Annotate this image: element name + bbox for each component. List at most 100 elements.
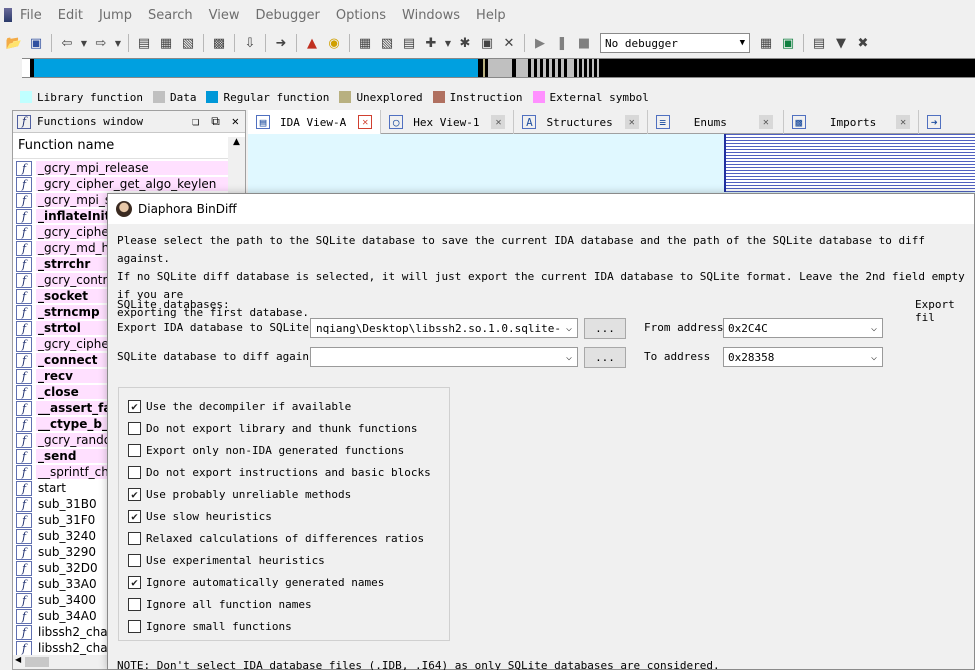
option-checkbox-row[interactable]: Ignore small functions xyxy=(128,618,292,634)
tools-icon[interactable]: ✖ xyxy=(853,33,873,53)
diff-browse-button[interactable]: ... xyxy=(584,347,626,368)
add-dropdown-icon[interactable]: ▼ xyxy=(443,33,453,53)
option-checkbox-row[interactable]: ✔ Use the decompiler if available xyxy=(128,398,351,414)
save-icon[interactable]: ▣ xyxy=(26,33,46,53)
function-row[interactable]: f _gcry_cipher_get_algo_keylen xyxy=(13,176,229,192)
export-db-input[interactable]: -s\sunqiang\Desktop\libssh2.so.1.0.sqlit… xyxy=(310,318,578,338)
xref-icon[interactable]: ➜ xyxy=(271,33,291,53)
tab-imports[interactable]: ▩ Imports ✕ xyxy=(784,110,920,134)
checkbox-checked-icon[interactable]: ✔ xyxy=(128,509,141,523)
menu-windows[interactable]: Windows xyxy=(402,8,460,23)
scroll-thumb[interactable] xyxy=(25,657,49,667)
list-icon[interactable]: ▤ xyxy=(809,33,829,53)
close-tab-icon[interactable]: ✕ xyxy=(491,115,506,129)
option-checkbox-row[interactable]: ✔ Use probably unreliable methods xyxy=(128,486,351,502)
checkbox-checked-icon[interactable]: ✔ xyxy=(128,575,141,589)
option-checkbox-row[interactable]: ✔ Use slow heuristics xyxy=(128,508,272,524)
float-icon[interactable]: ⧉ xyxy=(211,114,220,129)
patch-icon[interactable]: ▣ xyxy=(477,33,497,53)
tab-exports[interactable]: ➜ xyxy=(919,110,959,134)
restore-icon[interactable]: ❏ xyxy=(192,114,199,129)
close-icon[interactable]: ✕ xyxy=(232,114,239,129)
search-next-icon[interactable]: ▩ xyxy=(209,33,229,53)
undefine-icon[interactable]: ✕ xyxy=(499,33,519,53)
function-name-column-header[interactable]: Function name xyxy=(13,133,245,159)
chevron-down-icon[interactable]: ⌵ xyxy=(561,348,577,366)
menu-search[interactable]: Search xyxy=(148,8,193,23)
chevron-down-icon[interactable]: ⌵ xyxy=(866,319,882,337)
checkbox-unchecked-icon[interactable] xyxy=(128,421,141,435)
bulb-icon[interactable]: ◉ xyxy=(324,33,344,53)
function-name: sub_3400 xyxy=(38,593,97,607)
add-icon[interactable]: ✚ xyxy=(421,33,441,53)
star-icon[interactable]: ✱ xyxy=(455,33,475,53)
function-row[interactable]: f _gcry_mpi_release xyxy=(13,160,229,176)
option-checkbox-row[interactable]: Relaxed calculations of differences rati… xyxy=(128,530,424,546)
tab-structures[interactable]: A Structures ✕ xyxy=(514,110,648,134)
data-icon[interactable]: ▧ xyxy=(377,33,397,53)
scroll-up-icon[interactable]: ▲ xyxy=(228,137,245,153)
tab-hex-view-1[interactable]: ○ Hex View-1 ✕ xyxy=(381,110,515,134)
pin-icon[interactable]: ▼ xyxy=(831,33,851,53)
export-browse-button[interactable]: ... xyxy=(584,318,626,339)
chevron-down-icon[interactable]: ⌵ xyxy=(866,348,882,366)
search-text-icon[interactable]: ▤ xyxy=(134,33,154,53)
menu-file[interactable]: File xyxy=(20,8,42,23)
menu-jump[interactable]: Jump xyxy=(99,8,132,23)
graph-icon[interactable]: ▲ xyxy=(302,33,322,53)
debug-attach-icon[interactable]: ▦ xyxy=(756,33,776,53)
checkbox-checked-icon[interactable]: ✔ xyxy=(128,399,141,413)
from-address-input[interactable]: 0x2C4C ⌵ xyxy=(723,318,883,338)
checkbox-checked-icon[interactable]: ✔ xyxy=(128,487,141,501)
function-icon: f xyxy=(16,432,32,448)
function-icon: f xyxy=(16,608,32,624)
close-tab-icon[interactable]: ✕ xyxy=(358,115,373,129)
checkbox-unchecked-icon[interactable] xyxy=(128,531,141,545)
checkbox-unchecked-icon[interactable] xyxy=(128,597,141,611)
forward-dropdown-icon[interactable]: ▼ xyxy=(113,33,123,53)
search-binary-icon[interactable]: ▦ xyxy=(156,33,176,53)
tab-enums[interactable]: ≡ Enums ✕ xyxy=(648,110,784,134)
stop-icon[interactable]: ■ xyxy=(574,33,594,53)
menu-edit[interactable]: Edit xyxy=(58,8,83,23)
forward-icon[interactable]: ⇨ xyxy=(91,33,111,53)
pause-icon[interactable]: ❚ xyxy=(552,33,572,53)
debugger-select[interactable]: No debugger ▼ xyxy=(600,33,750,53)
toolbar-separator xyxy=(234,34,235,52)
function-name: sub_32D0 xyxy=(38,561,98,575)
menu-debugger[interactable]: Debugger xyxy=(255,8,319,23)
diff-db-input[interactable]: ⌵ xyxy=(310,347,578,367)
code-icon[interactable]: ▦ xyxy=(355,33,375,53)
option-checkbox-row[interactable]: Do not export instructions and basic blo… xyxy=(128,464,431,480)
structures-icon: A xyxy=(522,115,537,129)
menu-help[interactable]: Help xyxy=(476,8,506,23)
option-checkbox-row[interactable]: ✔ Ignore automatically generated names xyxy=(128,574,384,590)
option-checkbox-row[interactable]: Do not export library and thunk function… xyxy=(128,420,418,436)
open-icon[interactable]: 📂 xyxy=(4,33,24,53)
checkbox-unchecked-icon[interactable] xyxy=(128,465,141,479)
checkbox-unchecked-icon[interactable] xyxy=(128,619,141,633)
checkbox-unchecked-icon[interactable] xyxy=(128,553,141,567)
close-tab-icon[interactable]: ✕ xyxy=(624,115,639,129)
option-checkbox-row[interactable]: Use experimental heuristics xyxy=(128,552,325,568)
chevron-down-icon[interactable]: ⌵ xyxy=(561,319,577,337)
menu-view[interactable]: View xyxy=(209,8,240,23)
to-address-input[interactable]: 0x28358 ⌵ xyxy=(723,347,883,367)
menu-options[interactable]: Options xyxy=(336,8,386,23)
legend-label: Data xyxy=(169,90,197,104)
close-tab-icon[interactable]: ✕ xyxy=(896,115,911,129)
struct-icon[interactable]: ▤ xyxy=(399,33,419,53)
option-checkbox-row[interactable]: Export only non-IDA generated functions xyxy=(128,442,404,458)
tab-ida-view-a[interactable]: ▤ IDA View-A ✕ xyxy=(248,110,382,134)
jump-down-icon[interactable]: ⇩ xyxy=(240,33,260,53)
search-immediate-icon[interactable]: ▧ xyxy=(178,33,198,53)
close-tab-icon[interactable]: ✕ xyxy=(758,115,773,129)
debug-script-icon[interactable]: ▣ xyxy=(778,33,798,53)
navigation-band[interactable] xyxy=(22,58,975,78)
option-checkbox-row[interactable]: Ignore all function names xyxy=(128,596,312,612)
scroll-left-icon[interactable]: ◀ xyxy=(15,655,21,664)
checkbox-unchecked-icon[interactable] xyxy=(128,443,141,457)
back-icon[interactable]: ⇦ xyxy=(57,33,77,53)
play-icon[interactable]: ▶ xyxy=(530,33,550,53)
back-dropdown-icon[interactable]: ▼ xyxy=(79,33,89,53)
